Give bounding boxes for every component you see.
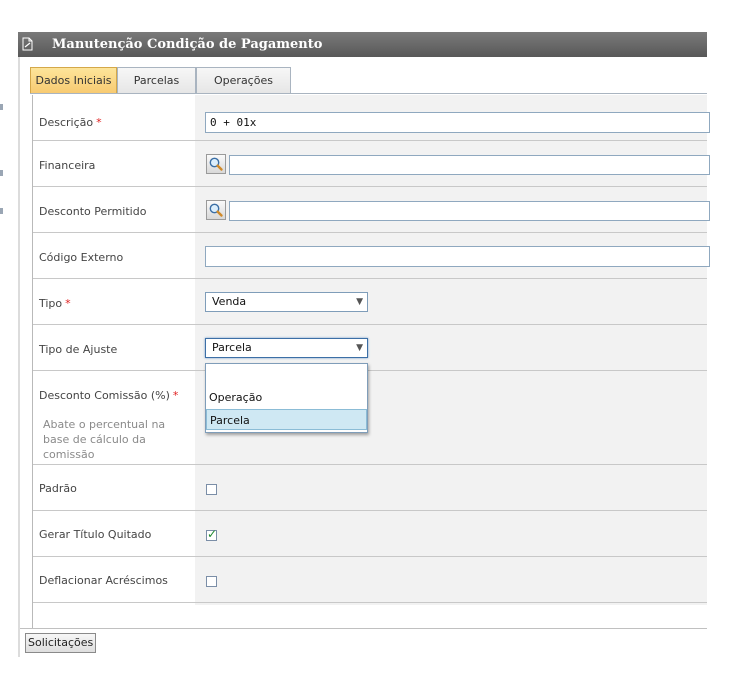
- financeira-input[interactable]: [229, 155, 710, 175]
- tipo-label-text: Tipo: [39, 297, 63, 310]
- tipo-label: Tipo *: [39, 297, 71, 310]
- desconto-permitido-label: Desconto Permitido: [39, 205, 147, 218]
- tipo-ajuste-dropdown: Operação Parcela: [205, 363, 368, 433]
- required-mark: *: [172, 389, 179, 402]
- tab-strip: Dados Iniciais Parcelas Operações: [30, 67, 707, 94]
- financeira-lookup-button[interactable]: [206, 154, 226, 174]
- tipo-ajuste-label: Tipo de Ajuste: [39, 343, 118, 356]
- form-row-financeira: Financeira: [33, 141, 710, 187]
- form-row-codigo-externo: Código Externo: [33, 233, 710, 279]
- tab-parcelas[interactable]: Parcelas: [117, 67, 196, 93]
- desconto-permitido-lookup-button[interactable]: [206, 200, 226, 220]
- padrao-checkbox[interactable]: [206, 484, 217, 495]
- document-edit-icon: [22, 37, 33, 51]
- form-row-descricao: Descrição * 0 + 01x: [33, 95, 710, 141]
- tipo-select[interactable]: Venda ▼: [205, 292, 368, 312]
- descricao-label: Descrição *: [39, 116, 102, 129]
- chevron-down-icon: ▼: [356, 343, 363, 353]
- left-edge-marker: [0, 170, 3, 176]
- descricao-input[interactable]: 0 + 01x: [205, 112, 710, 133]
- required-mark: *: [96, 116, 102, 129]
- required-mark: *: [65, 297, 71, 310]
- form-row-tipo: Tipo * Venda ▼: [33, 279, 707, 325]
- gerar-titulo-quitado-label: Gerar Título Quitado: [39, 528, 152, 541]
- dropdown-option-operacao[interactable]: Operação: [206, 387, 367, 408]
- deflacionar-acrescimos-label: Deflacionar Acréscimos: [39, 574, 168, 587]
- window-titlebar[interactable]: Manutenção Condição de Pagamento: [18, 32, 707, 57]
- window-title: Manutenção Condição de Pagamento: [52, 37, 323, 52]
- payment-condition-window: Manutenção Condição de Pagamento Dados I…: [18, 32, 710, 658]
- checkmark-icon: ✓: [207, 527, 218, 541]
- left-edge-marker: [0, 208, 3, 214]
- tab-operacoes[interactable]: Operações: [196, 67, 291, 93]
- tab-dados-iniciais[interactable]: Dados Iniciais: [30, 67, 117, 94]
- descricao-label-text: Descrição: [39, 116, 94, 129]
- footer-bar: Solicitações: [20, 628, 707, 658]
- padrao-label: Padrão: [39, 482, 77, 495]
- gerar-titulo-quitado-checkbox[interactable]: ✓: [206, 527, 218, 541]
- tipo-select-value: Venda: [212, 295, 247, 308]
- desconto-comissao-label: Desconto Comissão (%) *: [39, 389, 178, 402]
- main-panel: Dados Iniciais Parcelas Operações Descri…: [20, 57, 710, 647]
- form-row-tipo-ajuste: Tipo de Ajuste Parcela ▼: [33, 325, 707, 371]
- tipo-ajuste-select-value: Parcela: [212, 341, 252, 354]
- left-edge-marker: [0, 104, 3, 110]
- chevron-down-icon: ▼: [356, 297, 363, 307]
- solicitacoes-button[interactable]: Solicitações: [25, 633, 97, 653]
- form-row-desconto-permitido: Desconto Permitido: [33, 187, 710, 233]
- tab-underline: [30, 93, 707, 94]
- desconto-permitido-input[interactable]: [229, 201, 710, 221]
- desconto-comissao-help: Abate o percentual na base de cálculo da…: [43, 418, 166, 461]
- search-icon: [209, 157, 223, 171]
- deflacionar-acrescimos-checkbox[interactable]: [206, 576, 217, 587]
- dropdown-option-empty[interactable]: [206, 366, 367, 387]
- form-row-padrao: Padrão: [33, 465, 707, 511]
- form-row-deflacionar-acrescimos: Deflacionar Acréscimos: [33, 557, 707, 603]
- tipo-ajuste-select[interactable]: Parcela ▼: [205, 338, 368, 358]
- codigo-externo-label: Código Externo: [39, 251, 124, 264]
- dropdown-option-parcela[interactable]: Parcela: [206, 409, 367, 430]
- form-row-desconto-comissao: Desconto Comissão (%) * Abate o percentua…: [33, 371, 707, 465]
- desconto-comissao-label-text: Desconto Comissão (%): [39, 389, 170, 402]
- form-row-gerar-titulo-quitado: Gerar Título Quitado ✓: [33, 511, 707, 557]
- search-icon: [209, 203, 223, 217]
- financeira-label: Financeira: [39, 159, 96, 172]
- codigo-externo-input[interactable]: [205, 246, 710, 267]
- left-edge: [0, 32, 18, 657]
